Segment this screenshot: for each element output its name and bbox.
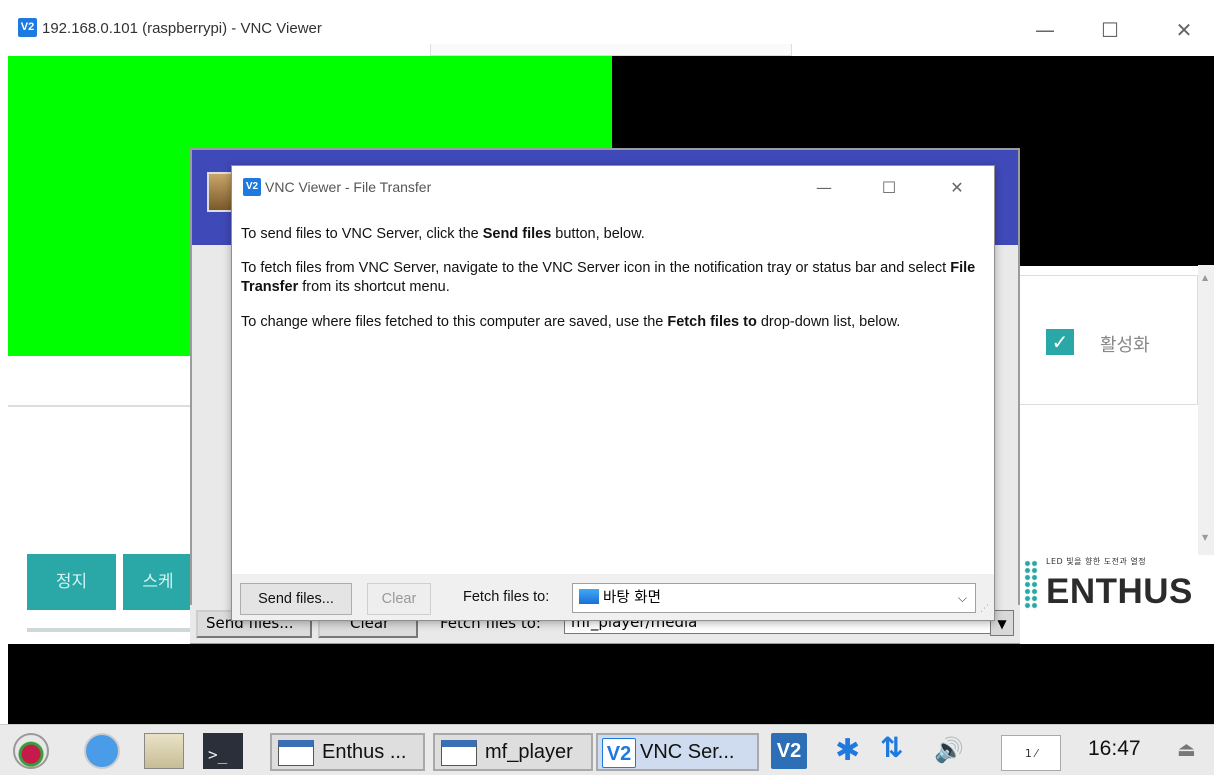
fetch-files-dropdown[interactable]: 바탕 화면 ⌵ <box>572 583 976 613</box>
clock-time[interactable]: 16:47 <box>1088 737 1141 761</box>
clear-label: Clear <box>381 591 417 607</box>
resize-grip-icon[interactable]: ⋰ <box>980 604 989 614</box>
vnc-task-icon: V2 <box>602 737 636 768</box>
instruction-send-suffix: button, below. <box>551 226 645 242</box>
instruction-change-prefix: To change where files fetched to this co… <box>241 314 668 330</box>
close-icon[interactable]: ✕ <box>1172 20 1196 40</box>
viewer-titlebar: V2 192.168.0.101 (raspberrypi) - VNC Vie… <box>0 0 1214 56</box>
viewer-toolbar-handle[interactable] <box>430 44 792 56</box>
dialog-footer: Send files... Clear Fetch files to: 바탕 화… <box>232 574 994 620</box>
viewer-title: 192.168.0.101 (raspberrypi) - VNC Viewer <box>42 20 322 37</box>
raspberry-menu-icon[interactable] <box>13 733 49 769</box>
eject-icon[interactable]: ⏏ <box>1177 737 1196 761</box>
logo-name: ENTHUS <box>1046 572 1193 611</box>
instruction-change-bold: Fetch files to <box>667 314 757 330</box>
instruction-send-bold: Send files <box>482 226 552 242</box>
activate-checkbox[interactable]: ✓ <box>1046 329 1074 355</box>
clear-button[interactable]: Clear <box>367 583 431 615</box>
scroll-down-icon[interactable]: ▼ <box>1202 533 1208 542</box>
vnc-dialog-icon: V2 <box>243 178 261 196</box>
minimize-icon[interactable]: — <box>1033 20 1057 40</box>
instruction-fetch-prefix: To fetch files from VNC Server, navigate… <box>241 260 951 276</box>
scroll-up-icon[interactable]: ▲ <box>1202 273 1208 282</box>
instruction-send: To send files to VNC Server, click the S… <box>241 225 987 244</box>
taskbar-task-enthus[interactable]: Enthus ... <box>270 733 425 771</box>
send-files-button[interactable]: Send files... <box>240 583 352 615</box>
instruction-fetch: To fetch files from VNC Server, navigate… <box>241 259 987 297</box>
chevron-down-icon[interactable]: ⌵ <box>958 584 967 612</box>
task-vnc-label: VNC Ser... <box>640 741 735 763</box>
window-icon <box>278 739 314 766</box>
logo-tagline: LED 빛을 향한 도전과 열정 <box>1046 557 1147 566</box>
vnc-viewer-icon: V2 <box>18 18 37 37</box>
terminal-icon[interactable]: >_ <box>203 733 243 769</box>
keyboard-layout-indicator[interactable]: 1 ⁄ <box>1001 735 1061 771</box>
stop-button[interactable]: 정지 <box>27 554 116 610</box>
maximize-icon[interactable]: ☐ <box>1098 20 1122 40</box>
activate-label: 활성화 <box>1100 335 1150 356</box>
schedule-button-label: 스케 <box>142 572 174 592</box>
enthus-dots-icon <box>1024 560 1038 610</box>
dialog-minimize-icon[interactable]: — <box>812 178 836 198</box>
teal-strip <box>27 628 192 632</box>
volume-icon[interactable]: 🔊 <box>934 736 964 764</box>
file-transfer-dialog: V2 VNC Viewer - File Transfer — ☐ ✕ To s… <box>231 165 995 621</box>
instruction-change: To change where files fetched to this co… <box>241 313 987 332</box>
dialog-maximize-icon[interactable]: ☐ <box>877 178 901 198</box>
vnc-tray-icon[interactable]: V2 <box>771 733 807 769</box>
task-enthus-label: Enthus ... <box>322 741 407 763</box>
stop-button-label: 정지 <box>55 572 88 592</box>
send-files-label: Send files... <box>258 591 334 607</box>
instruction-send-prefix: To send files to VNC Server, click the <box>241 226 483 242</box>
dialog-close-icon[interactable]: ✕ <box>945 178 969 198</box>
divider-line <box>8 405 208 407</box>
fetch-files-label: Fetch files to: <box>463 589 550 605</box>
dialog-title: VNC Viewer - File Transfer <box>265 179 432 195</box>
network-arrows-icon[interactable]: ⇅ <box>880 731 903 764</box>
fetch-files-value: 바탕 화면 <box>603 590 661 606</box>
scrollbar[interactable]: ▲ ▼ <box>1198 265 1214 555</box>
bluetooth-icon[interactable]: ✱ <box>835 733 860 768</box>
keyboard-indicator-label: 1 ⁄ <box>1024 747 1038 760</box>
instruction-change-suffix: drop-down list, below. <box>756 314 901 330</box>
schedule-button[interactable]: 스케 <box>123 554 193 610</box>
window-icon <box>441 739 477 766</box>
taskbar-task-mf-player[interactable]: mf_player <box>433 733 593 771</box>
file-manager-icon[interactable] <box>144 733 184 769</box>
browser-globe-icon[interactable] <box>84 733 120 769</box>
instruction-fetch-suffix: from its shortcut menu. <box>298 279 450 295</box>
task-mf-player-label: mf_player <box>485 741 573 763</box>
taskbar-task-vnc-server[interactable]: V2 VNC Ser... <box>596 733 759 771</box>
black-region-bottom <box>8 644 1214 724</box>
desktop-icon <box>579 589 599 604</box>
